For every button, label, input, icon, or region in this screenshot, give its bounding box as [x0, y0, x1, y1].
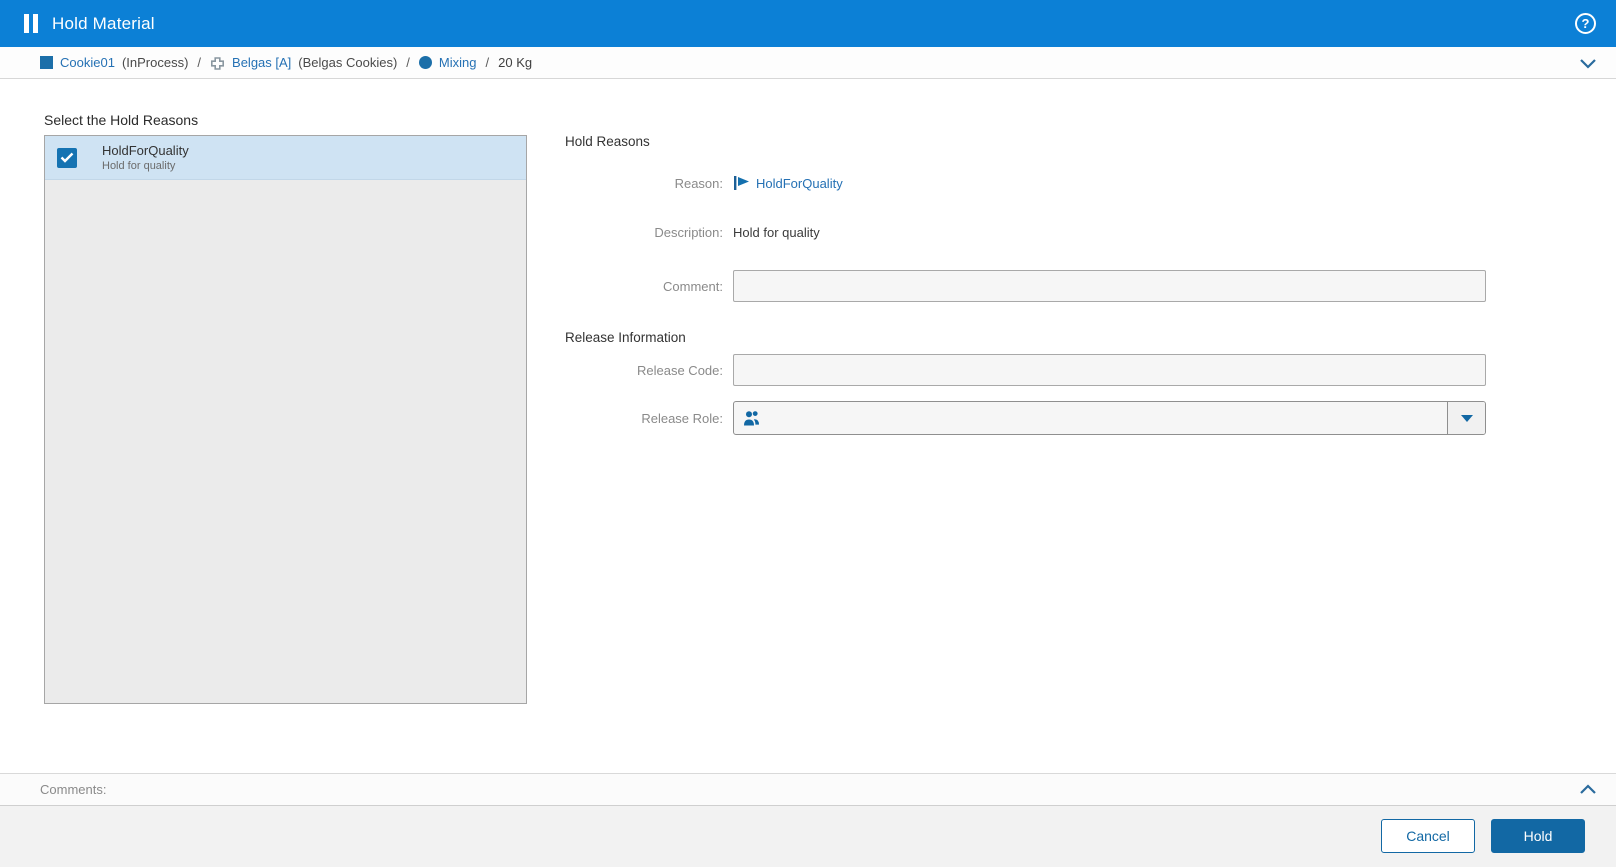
- reason-row: Reason: HoldForQuality: [565, 175, 1616, 191]
- hold-reason-description: Hold for quality: [102, 159, 176, 172]
- breadcrumb-product-name: (Belgas Cookies): [298, 55, 398, 70]
- people-icon: [742, 410, 761, 427]
- reason-label: Reason:: [674, 175, 723, 191]
- hold-reasons-listbox[interactable]: HoldForQuality Hold for quality: [44, 135, 527, 704]
- release-role-row: Release Role:: [565, 401, 1616, 435]
- release-role-input[interactable]: [767, 402, 1447, 434]
- section-heading-hold-reasons: Hold Reasons: [565, 134, 650, 149]
- description-label: Description:: [654, 225, 723, 240]
- comments-label: Comments:: [40, 782, 107, 797]
- hold-reasons-list-panel: Select the Hold Reasons HoldForQuality H…: [44, 112, 527, 773]
- hold-reason-name: HoldForQuality: [102, 142, 189, 158]
- reason-value-link[interactable]: HoldForQuality: [756, 176, 843, 191]
- breadcrumb-separator: /: [197, 55, 202, 70]
- breadcrumb-link[interactable]: Mixing: [439, 55, 477, 70]
- cancel-button[interactable]: Cancel: [1381, 819, 1475, 853]
- hold-details-form: Hold Reasons Reason: HoldForQuality Desc…: [565, 112, 1616, 773]
- page-title: Hold Material: [52, 13, 155, 33]
- breadcrumb-item-step[interactable]: Mixing: [418, 55, 477, 70]
- release-role-dropdown-button[interactable]: [1447, 402, 1485, 434]
- description-value: Hold for quality: [733, 225, 820, 240]
- section-heading-release-information: Release Information: [565, 330, 686, 345]
- action-footer: Cancel Hold: [0, 806, 1616, 867]
- comment-input[interactable]: [733, 270, 1486, 302]
- square-icon: [40, 56, 53, 69]
- dropdown-arrow-icon: [1460, 414, 1473, 422]
- breadcrumb-link[interactable]: Cookie01: [60, 55, 115, 70]
- comment-label: Comment:: [663, 278, 723, 294]
- breadcrumb-link[interactable]: Belgas [A]: [232, 55, 291, 70]
- breadcrumb-item-product[interactable]: Belgas [A] (Belgas Cookies): [210, 55, 397, 70]
- release-code-row: Release Code:: [565, 354, 1616, 386]
- chevron-down-icon[interactable]: [1578, 56, 1598, 70]
- release-code-label: Release Code:: [637, 362, 723, 378]
- chevron-up-icon[interactable]: [1578, 783, 1598, 797]
- circle-icon: [418, 56, 432, 69]
- release-role-combo[interactable]: [733, 401, 1486, 435]
- flag-icon: [733, 175, 750, 191]
- comment-row: Comment:: [565, 270, 1616, 302]
- checkbox-checked-icon[interactable]: [57, 147, 77, 168]
- title-bar: Hold Material ?: [0, 0, 1616, 47]
- description-row: Description: Hold for quality: [565, 225, 1616, 240]
- hold-reasons-list-title: Select the Hold Reasons: [44, 112, 199, 128]
- list-item[interactable]: HoldForQuality Hold for quality: [45, 136, 526, 180]
- comments-bar[interactable]: Comments:: [0, 773, 1616, 806]
- hold-button[interactable]: Hold: [1491, 819, 1585, 853]
- breadcrumb-separator: /: [485, 55, 490, 70]
- pause-icon: [24, 14, 38, 33]
- release-code-input[interactable]: [733, 354, 1486, 386]
- help-icon[interactable]: ?: [1575, 13, 1596, 34]
- breadcrumb-quantity: 20 Kg: [498, 55, 533, 70]
- breadcrumb-item-material[interactable]: Cookie01 (InProcess): [40, 55, 188, 70]
- product-icon: [210, 56, 225, 70]
- hold-material-window: Hold Material ? Cookie01 (InProcess) / B…: [0, 0, 1616, 867]
- breadcrumb: Cookie01 (InProcess) / Belgas [A] (Belga…: [0, 47, 1616, 79]
- release-role-label: Release Role:: [641, 410, 723, 426]
- breadcrumb-separator: /: [406, 55, 410, 70]
- breadcrumb-state: (InProcess): [121, 55, 189, 70]
- main-content: Select the Hold Reasons HoldForQuality H…: [0, 79, 1616, 773]
